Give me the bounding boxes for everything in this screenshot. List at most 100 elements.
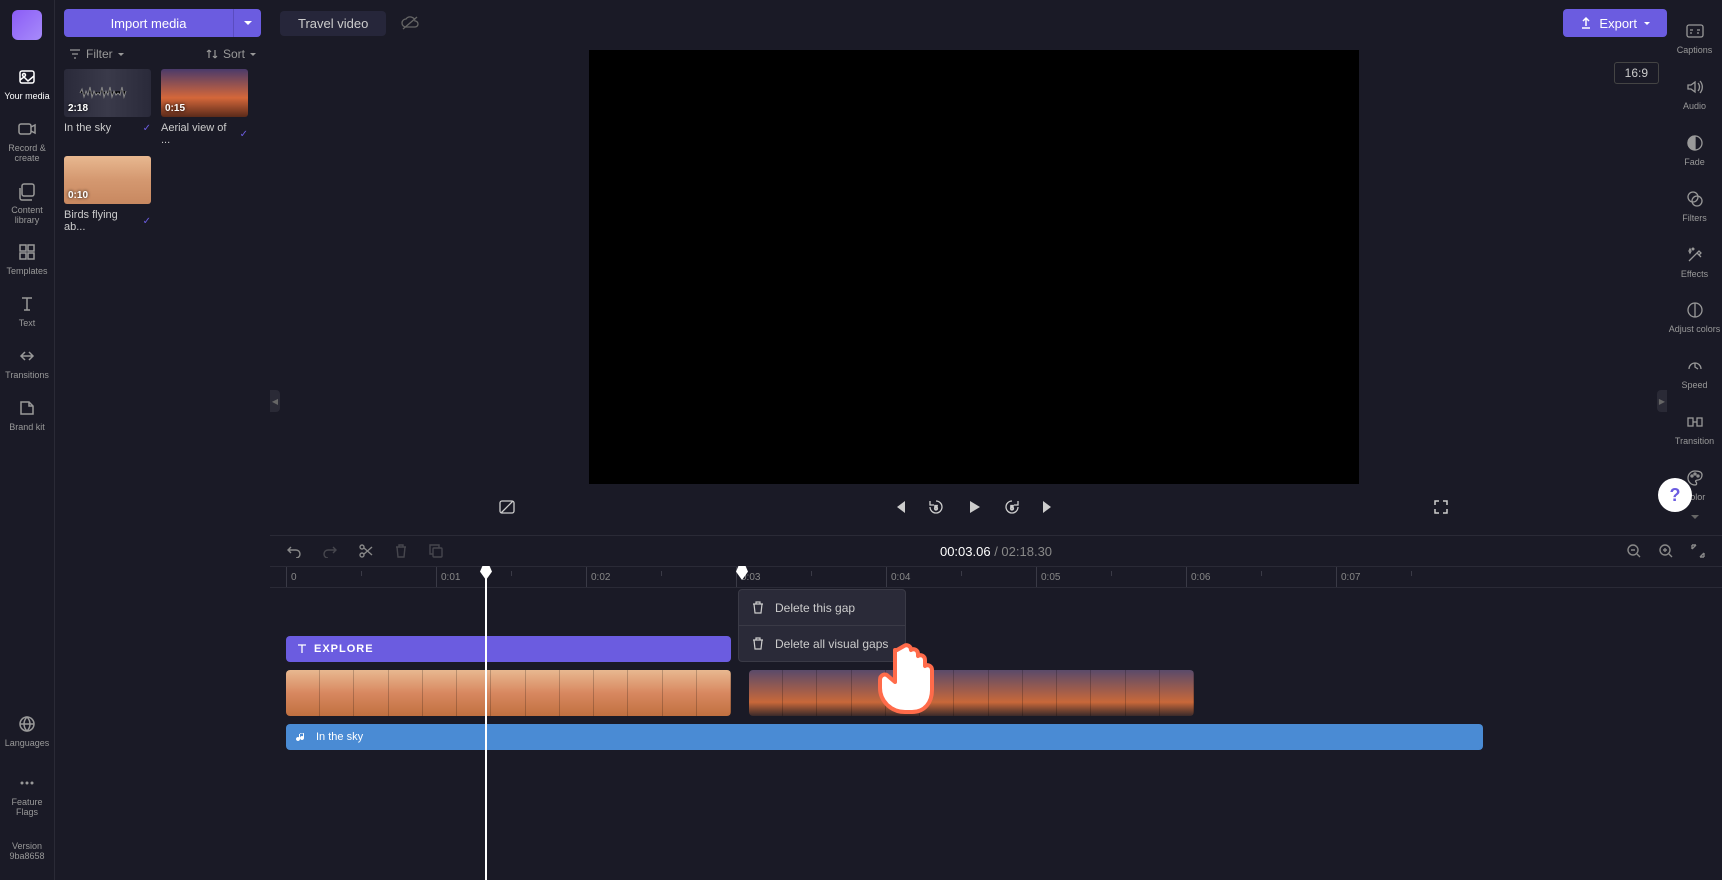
prev-frame-button[interactable]: [891, 499, 907, 515]
redo-button[interactable]: [322, 544, 338, 558]
nav-templates[interactable]: Templates: [0, 233, 54, 285]
nav-brand-kit[interactable]: Brand kit: [0, 389, 54, 441]
audio-icon: [1684, 76, 1706, 98]
svg-text:5: 5: [1010, 506, 1014, 512]
video-preview[interactable]: [589, 50, 1359, 484]
media-item[interactable]: 0:15 Aerial view of ... ✓: [161, 69, 248, 146]
duration-label: 0:15: [165, 103, 185, 114]
media-icon: [16, 66, 38, 88]
nav-feature-flags[interactable]: Feature Flags: [0, 764, 54, 826]
fullscreen-button[interactable]: [1433, 499, 1449, 515]
video-clip-2[interactable]: [749, 670, 1194, 716]
nav-label: Templates: [6, 267, 47, 277]
media-item[interactable]: 0:10 Birds flying ab... ✓: [64, 156, 151, 233]
nav-label: Brand kit: [9, 423, 45, 433]
nav-transitions[interactable]: Transitions: [0, 337, 54, 389]
export-button[interactable]: Export: [1563, 9, 1667, 37]
nav-adjust-colors[interactable]: Adjust colors: [1667, 289, 1722, 345]
next-frame-button[interactable]: [1041, 499, 1057, 515]
nav-effects[interactable]: Effects: [1667, 234, 1722, 290]
nav-version[interactable]: Version 9ba8658: [0, 834, 54, 870]
app-logo[interactable]: [12, 10, 42, 40]
nav-speed[interactable]: Speed: [1667, 345, 1722, 401]
preview-area: 16:9 5 5: [280, 50, 1667, 530]
delete-all-gaps[interactable]: Delete all visual gaps: [739, 626, 905, 661]
transition-icon: [1684, 411, 1706, 433]
project-title-input[interactable]: Travel video: [280, 11, 386, 36]
timecode: 00:03.06 / 02:18.30: [940, 544, 1052, 559]
import-media-button[interactable]: Import media: [64, 9, 233, 37]
nav-record-create[interactable]: Record & create: [0, 110, 54, 172]
media-name: Aerial view of ...: [161, 122, 236, 146]
safe-zones-button[interactable]: [498, 499, 516, 515]
nav-label: Version 9ba8658: [0, 842, 54, 862]
filters-icon: [1684, 188, 1706, 210]
captions-icon: [1684, 20, 1706, 42]
top-bar: Travel video Export: [280, 9, 1667, 37]
nav-fade[interactable]: Fade: [1667, 122, 1722, 178]
duration-label: 2:18: [68, 103, 88, 114]
transitions-icon: [16, 345, 38, 367]
chevron-down-icon: [1643, 21, 1651, 26]
nav-languages[interactable]: Languages: [0, 705, 54, 757]
chevron-down-icon: [249, 52, 257, 57]
media-item[interactable]: 2:18 In the sky ✓: [64, 69, 151, 146]
effects-icon: [1684, 244, 1706, 266]
globe-icon: [16, 713, 38, 735]
nav-captions[interactable]: Captions: [1667, 10, 1722, 66]
duration-label: 0:10: [68, 190, 88, 201]
import-dropdown[interactable]: [233, 9, 261, 37]
media-name: In the sky: [64, 122, 111, 134]
svg-text:5: 5: [934, 506, 938, 512]
nav-content-library[interactable]: Content library: [0, 172, 54, 234]
text-clip[interactable]: EXPLORE: [286, 636, 731, 662]
nav-label: Text: [19, 319, 36, 329]
fit-timeline-button[interactable]: [1690, 543, 1706, 559]
nav-label: Feature Flags: [0, 798, 54, 818]
zoom-in-button[interactable]: [1658, 543, 1674, 559]
check-icon: ✓: [240, 129, 248, 140]
media-name: Birds flying ab...: [64, 209, 139, 233]
media-thumbnail: 0:15: [161, 69, 248, 117]
play-button[interactable]: [965, 498, 983, 516]
sync-status-icon: [400, 15, 420, 31]
nav-your-media[interactable]: Your media: [0, 58, 54, 110]
sort-button[interactable]: Sort: [205, 47, 257, 61]
trash-icon: [751, 636, 765, 651]
help-button[interactable]: ?: [1658, 478, 1692, 512]
nav-label: Transitions: [5, 371, 49, 381]
check-icon: ✓: [143, 216, 151, 227]
playhead[interactable]: [485, 566, 487, 880]
nav-transition[interactable]: Transition: [1667, 401, 1722, 457]
record-icon: [16, 118, 38, 140]
adjust-icon: [1684, 299, 1706, 321]
skip-forward-button[interactable]: 5: [1003, 498, 1021, 516]
collapse-media-panel[interactable]: ◀: [270, 390, 280, 412]
media-thumbnail: 2:18: [64, 69, 151, 117]
nav-filters[interactable]: Filters: [1667, 178, 1722, 234]
delete-button[interactable]: [394, 543, 408, 559]
brand-icon: [16, 397, 38, 419]
check-icon: ✓: [143, 123, 151, 134]
undo-button[interactable]: [286, 544, 302, 558]
templates-icon: [16, 241, 38, 263]
more-tools[interactable]: [1689, 513, 1701, 521]
video-clip-1[interactable]: [286, 670, 731, 716]
delete-this-gap[interactable]: Delete this gap: [739, 590, 905, 626]
skip-back-button[interactable]: 5: [927, 498, 945, 516]
nav-text[interactable]: Text: [0, 285, 54, 337]
audio-clip[interactable]: In the sky: [286, 724, 1483, 750]
filter-button[interactable]: Filter: [68, 47, 125, 61]
split-button[interactable]: [358, 543, 374, 559]
aspect-ratio-button[interactable]: 16:9: [1614, 62, 1659, 84]
sort-icon: [205, 47, 219, 61]
nav-label: Your media: [4, 92, 49, 102]
tracks-area[interactable]: EXPLORE In the sky: [270, 588, 1722, 880]
timeline: 00:03.06 / 02:18.30 0 0:01 0:02 0:03 0:0…: [270, 535, 1722, 880]
zoom-out-button[interactable]: [1626, 543, 1642, 559]
duplicate-button[interactable]: [428, 543, 444, 559]
left-sidebar: Your media Record & create Content libra…: [0, 0, 55, 880]
fade-icon: [1684, 132, 1706, 154]
chevron-down-icon: [117, 52, 125, 57]
nav-audio[interactable]: Audio: [1667, 66, 1722, 122]
